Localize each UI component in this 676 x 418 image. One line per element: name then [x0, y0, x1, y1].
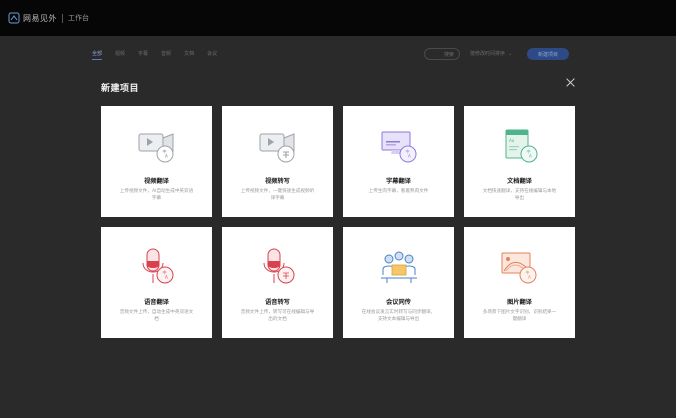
card-title: 文档翻译: [507, 178, 532, 185]
video-transcribe-icon: [259, 133, 294, 163]
card-description: 上传视频文件，一键快速生成视频听译字幕: [240, 189, 315, 201]
new-project-button[interactable]: 新建项目: [527, 48, 569, 60]
card-video-transcribe[interactable]: 视频转写 上传视频文件，一键快速生成视频听译字幕: [222, 106, 333, 217]
svg-text:Aa: Aa: [509, 138, 515, 143]
card-description: 上传生肉字幕，看着熟肉文件: [368, 189, 429, 194]
search-input[interactable]: 搜索: [424, 48, 460, 60]
search-label: 搜索: [443, 51, 454, 58]
chevron-down-icon: ⌄: [508, 50, 513, 57]
card-title: 视频翻译: [144, 178, 169, 185]
card-voice-translate[interactable]: 中 A 语音翻译 音频文件上传，自动生成中英双语文档: [101, 227, 212, 338]
tab-meeting[interactable]: 会议: [207, 50, 217, 60]
card-description: 在线会议发言实时转写与同步翻译，支持文本编辑与导出: [361, 310, 436, 322]
close-icon[interactable]: [565, 77, 576, 88]
tab-document[interactable]: 文档: [184, 50, 194, 60]
tab-audio[interactable]: 音频: [161, 50, 171, 60]
voice-transcribe-icon: [263, 248, 294, 284]
dialog-title: 新建项目: [101, 84, 140, 94]
card-meeting-interpret[interactable]: 会议同传 在线会议发言实时转写与同步翻译，支持文本编辑与导出: [343, 227, 454, 338]
card-title: 视频转写: [265, 178, 290, 185]
card-description: 上传视频文件，AI自动生成中英双语字幕: [119, 189, 194, 201]
card-voice-transcribe[interactable]: 语音转写 音频文件上传，转写可在线编辑与导出的文档: [222, 227, 333, 338]
card-video-translate[interactable]: 中 A 视频翻译 上传视频文件，AI自动生成中英双语字幕: [101, 106, 212, 217]
brand-divider: [62, 13, 63, 23]
card-subtitle-translate[interactable]: 中 A 字幕翻译 上传生肉字幕，看着熟肉文件: [343, 106, 454, 217]
card-title: 字幕翻译: [386, 178, 411, 185]
tab-video[interactable]: 视频: [115, 50, 125, 60]
tab-subtitle[interactable]: 字幕: [138, 50, 148, 60]
sort-label: 按修改时间排序: [470, 51, 506, 57]
video-translate-icon: 中 A: [138, 133, 173, 163]
card-title: 语音转写: [265, 299, 290, 306]
card-description: 多场景下图片文字识别，识别结果一键翻译: [482, 310, 557, 322]
card-title: 语音翻译: [144, 299, 169, 306]
svg-text:A: A: [408, 154, 411, 159]
card-title: 图片翻译: [507, 299, 532, 306]
top-bar: 网易见外 工作台: [0, 0, 676, 36]
svg-text:A: A: [529, 154, 532, 159]
workbench-label[interactable]: 工作台: [68, 13, 89, 23]
brand-logo-icon: [8, 12, 20, 24]
brand-name[interactable]: 网易见外: [23, 13, 57, 24]
card-image-translate[interactable]: 中 A 图片翻译 多场景下图片文字识别，识别结果一键翻译: [464, 227, 575, 338]
voice-translate-icon: 中 A: [142, 248, 173, 284]
svg-text:A: A: [165, 275, 168, 280]
sort-dropdown[interactable]: 按修改时间排序 ⌄: [470, 50, 513, 58]
card-description: 文档快速翻译，支持在线编辑与本地导出: [482, 189, 557, 201]
subtitle-translate-icon: 中 A: [381, 131, 416, 163]
card-description: 音频文件上传，自动生成中英双语文档: [119, 310, 194, 322]
svg-text:A: A: [165, 154, 168, 159]
svg-text:A: A: [528, 275, 531, 280]
tab-all[interactable]: 全部: [92, 50, 103, 60]
modal-overlay: 全部 视频 字幕 音频 文档 会议 搜索 按修改时间排序 ⌄ 新建项目 新建项目…: [0, 36, 676, 418]
meeting-interpret-icon: [380, 251, 417, 283]
document-translate-icon: Aa 中 A: [505, 129, 537, 163]
project-type-grid: 中 A 视频翻译 上传视频文件，AI自动生成中英双语字幕 视频转写 上传视频文件…: [101, 106, 575, 338]
card-document-translate[interactable]: Aa 中 A 文档翻译 文档快速翻译，支持在线编辑与本地导出: [464, 106, 575, 217]
project-filter-tabs: 全部 视频 字幕 音频 文档 会议: [92, 50, 217, 60]
image-translate-icon: 中 A: [501, 252, 536, 284]
card-description: 音频文件上传，转写可在线编辑与导出的文档: [240, 310, 315, 322]
card-title: 会议同传: [386, 299, 411, 306]
